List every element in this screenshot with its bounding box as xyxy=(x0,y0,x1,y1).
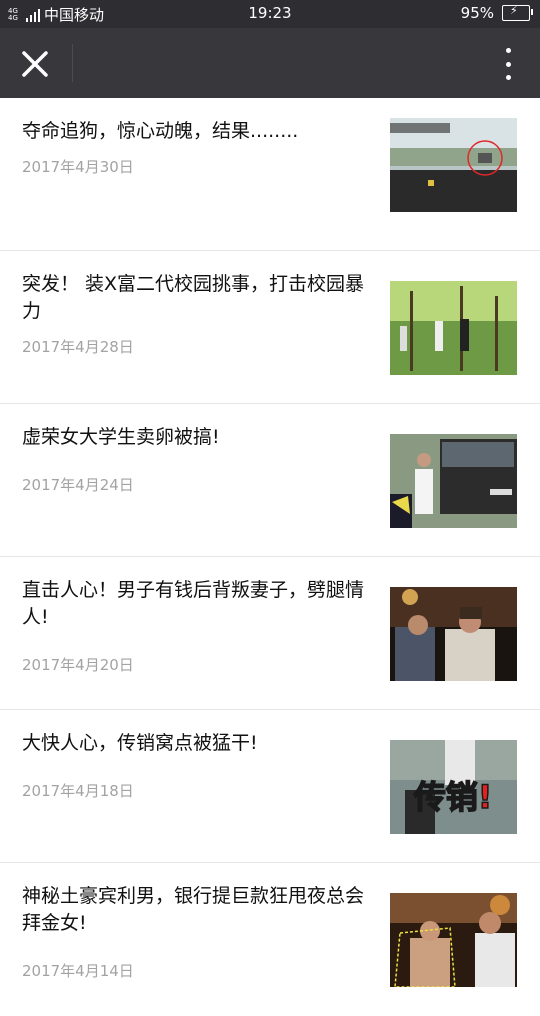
article-title: 夺命追狗，惊心动魄，结果........ xyxy=(22,120,299,142)
article-title: 神秘土豪宾利男，银行提巨款狂甩夜总会拜金女! xyxy=(22,885,365,934)
more-dot xyxy=(505,75,511,80)
thumb-overlay-text: 传销! xyxy=(413,778,493,816)
more-button[interactable] xyxy=(498,46,518,82)
close-icon xyxy=(22,51,48,77)
title-bar xyxy=(0,28,540,98)
article-item[interactable]: 直击人心！男子有钱后背叛妻子，劈腿情人! 2017年4月20日 xyxy=(0,557,540,710)
article-title: 直击人心！男子有钱后背叛妻子，劈腿情人! xyxy=(22,579,365,628)
charging-icon: ⚡ xyxy=(510,4,518,17)
article-item[interactable]: 夺命追狗，惊心动魄，结果........ 2017年4月30日 xyxy=(0,98,540,251)
article-item[interactable]: 大快人心，传销窝点被猛干! 2017年4月18日 传销! xyxy=(0,710,540,863)
status-time: 19:23 xyxy=(248,4,292,22)
close-button[interactable] xyxy=(14,43,56,85)
article-date: 2017年4月18日 xyxy=(22,782,134,800)
article-date: 2017年4月20日 xyxy=(22,656,134,674)
title-divider xyxy=(72,44,73,82)
status-right: 95% ⚡ xyxy=(460,4,533,22)
article-item[interactable]: 虚荣女大学生卖卵被搞! 2017年4月24日 xyxy=(0,404,540,557)
article-date: 2017年4月14日 xyxy=(22,962,134,980)
article-date: 2017年4月30日 xyxy=(22,158,134,176)
article-thumbnail xyxy=(390,893,517,987)
article-thumbnail xyxy=(390,434,517,528)
article-thumbnail xyxy=(390,118,517,212)
article-title: 大快人心，传销窝点被猛干! xyxy=(22,732,258,754)
article-date: 2017年4月28日 xyxy=(22,338,134,356)
status-bar: 4G 4G 中国移动 19:23 95% ⚡ xyxy=(0,0,540,28)
article-list: 夺命追狗，惊心动魄，结果........ 2017年4月30日 突发！ 装X富二… xyxy=(0,98,540,1016)
article-date: 2017年4月24日 xyxy=(22,476,134,494)
battery-percent: 95% xyxy=(460,4,494,22)
article-thumbnail xyxy=(390,587,517,681)
article-item[interactable]: 突发！ 装X富二代校园挑事，打击校园暴力 2017年4月28日 xyxy=(0,251,540,404)
article-item[interactable]: 神秘土豪宾利男，银行提巨款狂甩夜总会拜金女! 2017年4月14日 xyxy=(0,863,540,1016)
article-thumbnail: 传销! xyxy=(390,740,517,834)
article-thumbnail xyxy=(390,281,517,375)
article-title: 虚荣女大学生卖卵被搞! xyxy=(22,426,220,448)
more-dot xyxy=(505,48,511,53)
article-title: 突发！ 装X富二代校园挑事，打击校园暴力 xyxy=(22,273,365,322)
battery-icon: ⚡ xyxy=(502,4,533,21)
more-dot xyxy=(505,61,511,67)
